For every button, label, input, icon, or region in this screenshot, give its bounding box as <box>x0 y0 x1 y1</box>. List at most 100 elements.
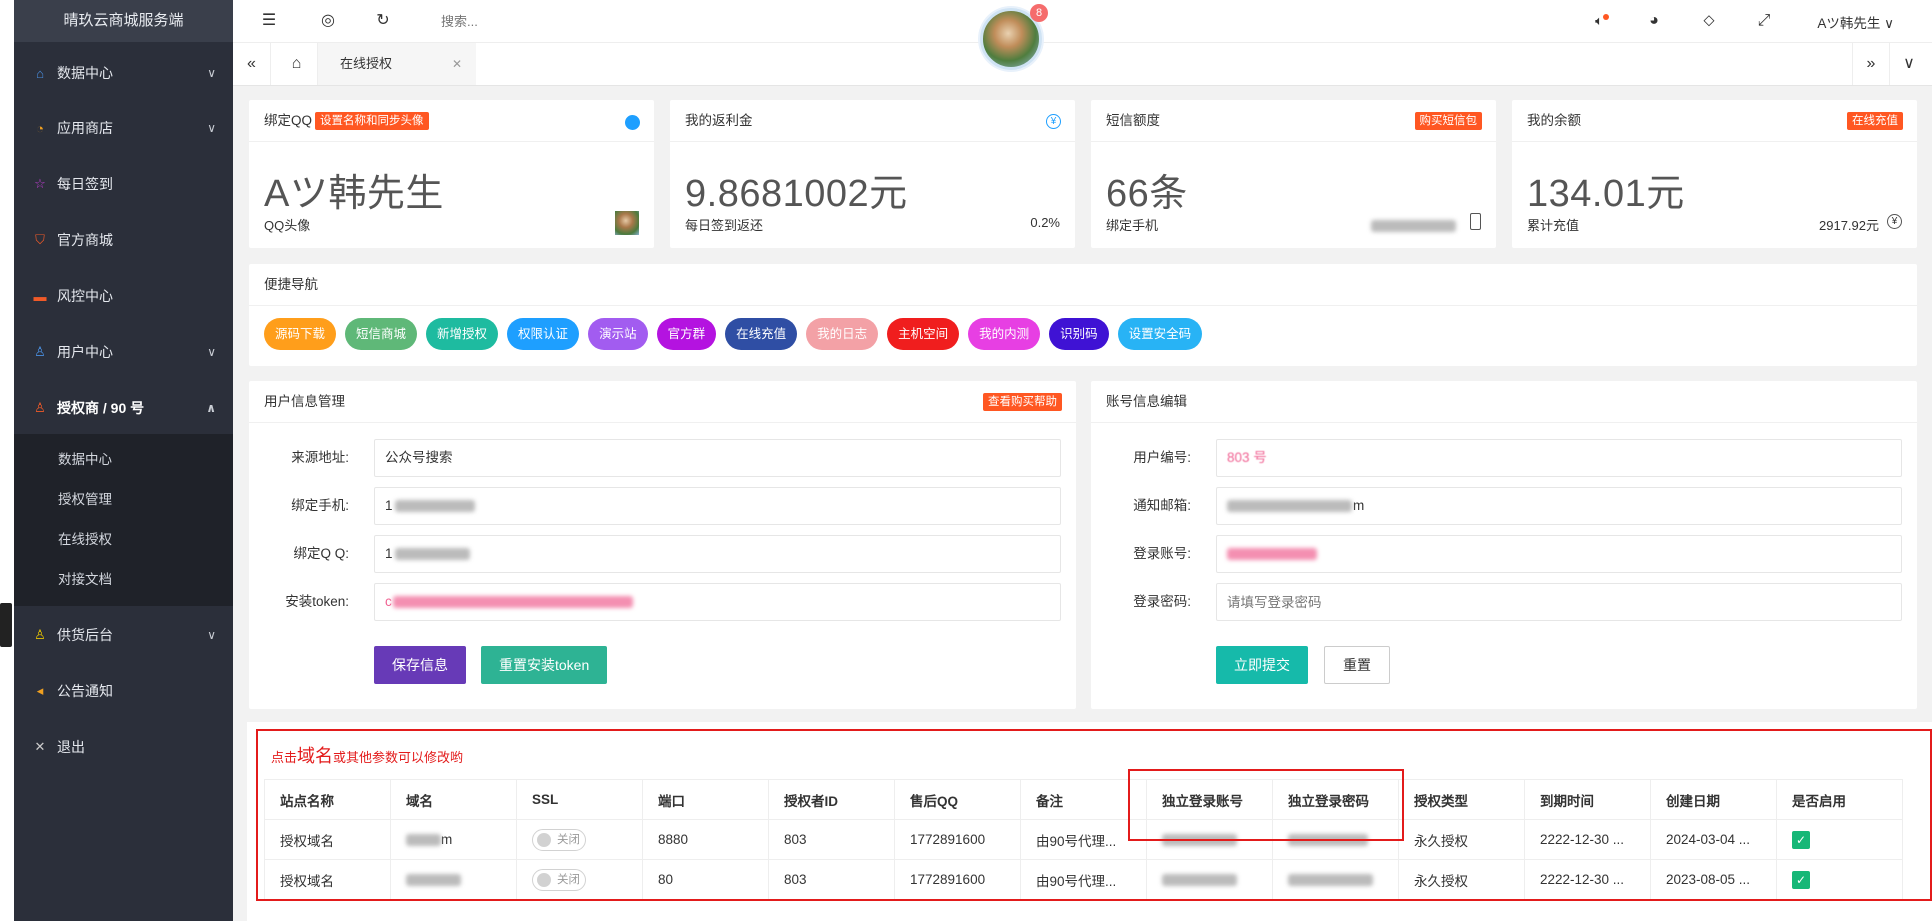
chevron-down-icon: ∨ <box>207 66 216 80</box>
login-account-field[interactable] <box>1216 535 1902 573</box>
speaker-icon: ◂ <box>36 683 44 698</box>
stat-card-balance: 我的余额 在线充值 134.01元 累计充值 2917.92元 ¥ <box>1512 100 1917 248</box>
card-title: 用户信息管理 <box>264 394 345 409</box>
chevron-down-icon: ∨ <box>207 628 216 642</box>
submenu-item-api-docs[interactable]: 对接文档 <box>14 560 233 600</box>
quick-nav-card: 便捷导航 源码下载 短信商城 新增授权 权限认证 演示站 官方群 在线充值 我的日志 主机空间我… <box>249 264 1917 366</box>
sidebar-item-data-center[interactable]: ⌂ 数据中心 ∨ <box>14 49 233 97</box>
buy-help-tag[interactable]: 查看购买帮助 <box>983 393 1062 411</box>
quick-nav-button[interactable]: 短信商城 <box>345 318 418 350</box>
stat-card-sms: 短信额度 购买短信包 66条 绑定手机 <box>1091 100 1496 248</box>
sidebar-item-label: 官方商城 <box>57 232 113 248</box>
app-logo: 晴玖云商城服务端 <box>14 0 233 42</box>
search-input[interactable] <box>441 12 581 30</box>
shop-icon: ◔ <box>36 120 44 136</box>
sidebar-item-user-center[interactable]: ♙ 用户中心 ∨ <box>14 328 233 376</box>
quick-nav-button[interactable]: 识别码 <box>1049 318 1109 350</box>
source-row: 来源地址: 公众号搜索 <box>249 439 1076 477</box>
token-label: 安装token: <box>285 594 349 609</box>
quick-nav-button[interactable]: 在线充值 <box>725 318 798 350</box>
submenu-item-auth-manage[interactable]: 授权管理 <box>14 480 233 520</box>
account-card: 账号信息编辑 用户编号: 803 号 通知邮箱: m 登录账号: 登录密码: 立… <box>1091 381 1917 709</box>
source-field[interactable]: 公众号搜索 <box>374 439 1061 477</box>
menu-toggle-icon[interactable]: ☰ <box>258 10 280 32</box>
qq-label: 绑定Q Q: <box>293 546 349 561</box>
chevron-down-icon: ∨ <box>1884 16 1894 31</box>
quick-nav-button[interactable]: 官方群 <box>656 318 717 350</box>
quick-nav-button[interactable]: 源码下载 <box>264 318 337 350</box>
user-name: Aツ韩先生 <box>1817 16 1881 31</box>
card-header: 绑定QQ 设置名称和同步头像 <box>249 100 654 142</box>
email-field[interactable]: m <box>1216 487 1902 525</box>
quick-nav-button[interactable]: 我的内测 <box>968 318 1041 350</box>
sidebar-item-label: 数据中心 <box>57 65 113 81</box>
sidebar-item-app-store[interactable]: ◔ 应用商店 ∨ <box>14 104 233 152</box>
phone-field[interactable]: 1 <box>374 487 1061 525</box>
quick-nav-button[interactable]: 设置安全码 <box>1117 318 1203 350</box>
reset-token-button[interactable]: 重置安装token <box>481 646 608 684</box>
submenu-item-data-center[interactable]: 数据中心 <box>14 440 233 480</box>
sidebar-item-authorizer[interactable]: ♙ 授权商 / 90 号 ∧ <box>14 384 233 432</box>
chevron-down-icon: ∨ <box>207 121 216 135</box>
sidebar-item-label: 应用商店 <box>57 120 113 136</box>
quick-nav-button[interactable]: 我的日志 <box>806 318 879 350</box>
sidebar-item-supply-backend[interactable]: ♙ 供货后台 ∨ <box>14 611 233 659</box>
sms-value: 66条 <box>1106 173 1188 215</box>
password-input[interactable] <box>1216 583 1902 621</box>
sidebar-item-official-mall[interactable]: ⛉ 官方商城 <box>14 216 233 264</box>
token-row: 安装token: c <box>249 583 1076 621</box>
bound-phone-label: 绑定手机 <box>1106 218 1159 233</box>
qq-name-value: Aツ韩先生 <box>264 173 444 215</box>
home-tab-icon[interactable]: ⌂ <box>276 43 318 85</box>
sidebar-item-logout[interactable]: ✕ 退出 <box>14 723 233 771</box>
tab-scroll-left-icon[interactable]: « <box>233 43 271 85</box>
yen-icon: ¥ <box>1887 214 1902 229</box>
token-field[interactable]: c <box>374 583 1061 621</box>
tab-scroll-right-icon[interactable]: » <box>1852 43 1890 85</box>
tab-online-auth[interactable]: 在线授权 ✕ <box>318 43 476 85</box>
total-recharge-value: 2917.92元 <box>1819 218 1879 233</box>
recharge-tag[interactable]: 在线充值 <box>1847 112 1903 130</box>
user-icon: ♙ <box>34 344 46 359</box>
stat-card-rebate: 我的返利金 ¥ 9.8681002元 每日签到返还 0.2% <box>670 100 1075 248</box>
fullscreen-icon[interactable]: ⤢ <box>1753 10 1775 32</box>
phone-label: 绑定手机: <box>291 498 349 513</box>
submenu: 数据中心 授权管理 在线授权 对接文档 <box>14 434 233 606</box>
email-row: 通知邮箱: m <box>1091 487 1917 525</box>
reset-button[interactable]: 重置 <box>1324 646 1390 684</box>
sidebar-item-risk-center[interactable]: ▬ 风控中心 <box>14 272 233 320</box>
quick-nav-button[interactable]: 权限认证 <box>507 318 580 350</box>
save-info-button[interactable]: 保存信息 <box>374 646 466 684</box>
speaker-icon[interactable]: 🔈︎ <box>1588 10 1610 32</box>
quick-nav-button[interactable]: 新增授权 <box>426 318 499 350</box>
globe-icon[interactable]: ◎ <box>317 10 339 32</box>
palette-icon[interactable]: ◕ <box>1643 10 1665 32</box>
stat-card-qq: 绑定QQ 设置名称和同步头像 Aツ韩先生 QQ头像 <box>249 100 654 248</box>
tab-menu-chevron-icon[interactable]: ∨ <box>1890 43 1928 85</box>
edge-tab[interactable] <box>0 603 12 647</box>
rebate-rate: 0.2% <box>1030 215 1060 230</box>
user-menu[interactable]: Aツ韩先生 ∨ <box>1817 12 1894 32</box>
user-id-field[interactable]: 803 号 <box>1216 439 1902 477</box>
qq-icon <box>625 115 640 130</box>
left-edge-strip <box>0 0 14 921</box>
card-title: 短信额度 <box>1106 113 1160 128</box>
quick-nav-button[interactable]: 演示站 <box>588 318 648 350</box>
sidebar-item-daily-checkin[interactable]: ☆ 每日签到 <box>14 160 233 208</box>
tag-icon[interactable]: ⬦ <box>1698 10 1720 32</box>
card-title: 我的返利金 <box>685 113 753 128</box>
sidebar-item-label: 每日签到 <box>57 176 113 192</box>
email-label: 通知邮箱: <box>1133 498 1191 513</box>
sidebar-item-announcements[interactable]: ◂ 公告通知 <box>14 667 233 715</box>
close-icon[interactable]: ✕ <box>452 43 462 85</box>
sync-avatar-tag[interactable]: 设置名称和同步头像 <box>315 112 429 131</box>
sidebar-item-label: 授权商 / 90 号 <box>57 400 145 416</box>
qq-field[interactable]: 1 <box>374 535 1061 573</box>
refresh-icon[interactable]: ↻ <box>372 10 394 32</box>
quick-nav-button[interactable]: 主机空间 <box>887 318 960 350</box>
tab-label: 在线授权 <box>340 56 393 71</box>
submenu-item-online-auth[interactable]: 在线授权 <box>14 520 233 560</box>
phone-row: 绑定手机: 1 <box>249 487 1076 525</box>
buy-sms-tag[interactable]: 购买短信包 <box>1414 112 1482 130</box>
submit-button[interactable]: 立即提交 <box>1216 646 1308 684</box>
